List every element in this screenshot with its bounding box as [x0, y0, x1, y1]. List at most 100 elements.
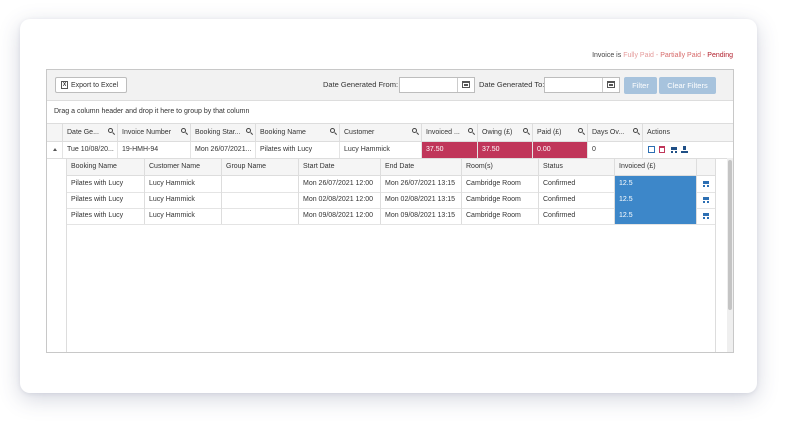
column-header: [696, 159, 715, 175]
column-header[interactable]: Paid (£): [532, 124, 587, 141]
master-header: Date Ge... Invoice Number Booking Star..…: [47, 124, 733, 142]
column-label: Owing (£): [482, 129, 513, 136]
calendar-icon[interactable]: [602, 78, 619, 92]
column-header[interactable]: Invoice Number: [117, 124, 190, 141]
search-icon[interactable]: [578, 128, 585, 135]
column-header[interactable]: Booking Name: [67, 159, 144, 175]
column-header[interactable]: Date Ge...: [62, 124, 117, 141]
actions-cell: [642, 142, 727, 158]
column-header[interactable]: Status: [538, 159, 614, 175]
detail-row[interactable]: Pilates with Lucy Lucy Hammick Mon 09/08…: [67, 208, 715, 225]
cart-icon[interactable]: [702, 180, 710, 187]
search-icon[interactable]: [246, 128, 253, 135]
booking-start-cell: Mon 26/07/2021...: [190, 142, 255, 158]
detail-row[interactable]: Pilates with Lucy Lucy Hammick Mon 26/07…: [67, 176, 715, 193]
date-to-input[interactable]: [544, 77, 620, 93]
search-icon[interactable]: [330, 128, 337, 135]
status-cell: Confirmed: [538, 192, 614, 208]
end-date-cell: Mon 09/08/2021 13:15: [380, 208, 461, 224]
column-header[interactable]: Customer Name: [144, 159, 221, 175]
days-overdue-cell: 0: [587, 142, 642, 158]
column-label: Date Ge...: [67, 129, 99, 136]
export-label: Export to Excel: [71, 82, 119, 89]
download-icon[interactable]: [681, 146, 688, 153]
grid-toolbar: X Export to Excel Date Generated From: D…: [47, 70, 733, 101]
legend-separator: -: [703, 52, 706, 59]
table-row[interactable]: Tue 10/08/20... 19-HMH-94 Mon 26/07/2021…: [47, 142, 733, 159]
cart-cell: [696, 176, 715, 192]
search-icon[interactable]: [633, 128, 640, 135]
column-header: Actions: [642, 124, 733, 141]
column-label: Customer: [344, 129, 375, 136]
search-icon[interactable]: [523, 128, 530, 135]
detail-header: Booking Name Customer Name Group Name St…: [67, 159, 715, 176]
filter-button[interactable]: Filter: [624, 77, 657, 94]
detail-grid: Booking Name Customer Name Group Name St…: [66, 159, 716, 352]
scrollbar-thumb[interactable]: [728, 160, 732, 310]
search-icon[interactable]: [412, 128, 419, 135]
column-header[interactable]: Booking Name: [255, 124, 339, 141]
column-label: Booking Star...: [195, 129, 241, 136]
column-label: Booking Name: [260, 129, 306, 136]
column-header[interactable]: Invoiced (£): [614, 159, 696, 175]
clear-filters-button[interactable]: Clear Filters: [659, 77, 716, 94]
column-label: Invoiced ...: [426, 129, 460, 136]
end-date-cell: Mon 02/08/2021 13:15: [380, 192, 461, 208]
cart-icon[interactable]: [702, 196, 710, 203]
legend-partially-paid: Partially Paid: [660, 52, 702, 59]
column-header[interactable]: Days Ov...: [587, 124, 642, 141]
invoice-status-legend: Invoice is Fully Paid - Partially Paid -…: [592, 52, 733, 59]
search-icon[interactable]: [108, 128, 115, 135]
search-icon[interactable]: [468, 128, 475, 135]
group-name-cell: [221, 176, 298, 192]
column-header[interactable]: Room(s): [461, 159, 538, 175]
paid-cell: 0.00: [532, 142, 587, 158]
column-header[interactable]: Customer: [339, 124, 421, 141]
column-header[interactable]: Owing (£): [477, 124, 532, 141]
legend-prefix: Invoice is: [592, 52, 622, 59]
cart-icon[interactable]: [670, 146, 678, 153]
column-header[interactable]: Invoiced ...: [421, 124, 477, 141]
column-header[interactable]: End Date: [380, 159, 461, 175]
booking-name-cell: Pilates with Lucy: [255, 142, 339, 158]
cart-icon[interactable]: [702, 212, 710, 219]
date-from-label: Date Generated From:: [323, 80, 399, 89]
group-name-cell: [221, 208, 298, 224]
column-label: Days Ov...: [592, 129, 625, 136]
customer-cell: Lucy Hammick: [339, 142, 421, 158]
date-cell: Tue 10/08/20...: [62, 142, 117, 158]
edit-icon[interactable]: [648, 146, 655, 153]
expand-icon[interactable]: [53, 148, 57, 151]
booking-name-cell: Pilates with Lucy: [71, 180, 124, 187]
start-date-cell: Mon 02/08/2021 12:00: [298, 192, 380, 208]
invoiced-cell: 12.5: [614, 192, 696, 208]
detail-row[interactable]: Pilates with Lucy Lucy Hammick Mon 02/08…: [67, 192, 715, 209]
booking-name-cell: Pilates with Lucy: [71, 212, 124, 219]
column-label: Paid (£): [537, 129, 562, 136]
calendar-icon[interactable]: [457, 78, 474, 92]
status-cell: Confirmed: [538, 176, 614, 192]
delete-icon[interactable]: [659, 146, 665, 153]
expand-cell[interactable]: [47, 142, 62, 158]
vertical-scrollbar[interactable]: [727, 158, 733, 352]
booking-name-cell: Pilates with Lucy: [71, 196, 124, 203]
legend-separator: -: [655, 52, 659, 59]
column-label: Actions: [647, 129, 670, 136]
invoice-grid: X Export to Excel Date Generated From: D…: [46, 69, 734, 353]
customer-name-cell: Lucy Hammick: [144, 192, 221, 208]
export-to-excel-button[interactable]: X Export to Excel: [55, 77, 127, 93]
column-label: Invoice Number: [122, 129, 172, 136]
date-from-input[interactable]: [399, 77, 475, 93]
excel-icon: X: [61, 81, 68, 89]
column-header[interactable]: Group Name: [221, 159, 298, 175]
legend-fully-paid: Fully Paid: [623, 52, 654, 59]
end-date-cell: Mon 26/07/2021 13:15: [380, 176, 461, 192]
search-icon[interactable]: [181, 128, 188, 135]
invoice-number-cell: 19-HMH-94: [117, 142, 190, 158]
cart-cell: [696, 208, 715, 224]
group-by-bar[interactable]: Drag a column header and drop it here to…: [47, 101, 733, 124]
room-cell: Cambridge Room: [461, 176, 538, 192]
column-header[interactable]: Start Date: [298, 159, 380, 175]
column-header[interactable]: Booking Star...: [190, 124, 255, 141]
customer-name-cell: Lucy Hammick: [144, 176, 221, 192]
